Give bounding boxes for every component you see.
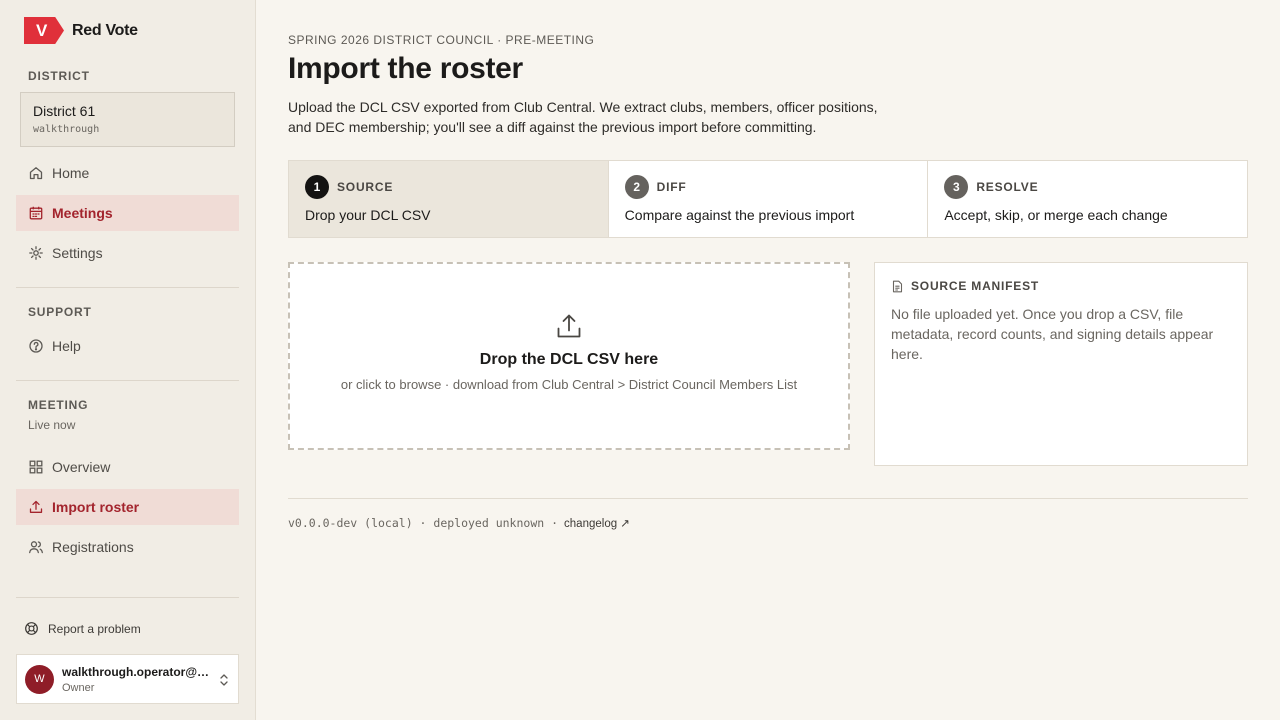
changelog-link[interactable]: changelog ↗ bbox=[564, 516, 630, 530]
footer: v0.0.0-dev (local) · deployed unknown · … bbox=[288, 516, 630, 530]
nav-item-label: Overview bbox=[52, 459, 111, 475]
step-number: 3 bbox=[944, 175, 969, 199]
brand[interactable]: V Red Vote bbox=[24, 17, 138, 44]
import-steps: 1 SOURCE Drop your DCL CSV 2 DIFF Compar… bbox=[288, 160, 1248, 238]
nav-item-label: Import roster bbox=[52, 499, 140, 515]
page-title: Import the roster bbox=[288, 52, 523, 85]
step-description: Drop your DCL CSV bbox=[305, 207, 431, 223]
step-label: SOURCE bbox=[337, 180, 394, 194]
users-icon bbox=[29, 541, 43, 554]
step-resolve[interactable]: 3 RESOLVE Accept, skip, or merge each ch… bbox=[928, 161, 1247, 237]
meeting-status: Live now bbox=[28, 418, 76, 432]
dropzone-subtitle: or click to browse · download from Club … bbox=[340, 377, 798, 392]
nav-item-settings[interactable]: Settings bbox=[16, 235, 239, 271]
manifest-title: SOURCE MANIFEST bbox=[911, 279, 1040, 293]
document-icon bbox=[892, 280, 903, 292]
sidebar: V Red Vote DISTRICT District 61 walkthro… bbox=[0, 0, 256, 720]
brand-logo: V bbox=[24, 17, 64, 44]
step-label: RESOLVE bbox=[976, 180, 1039, 194]
nav-item-label: Registrations bbox=[52, 539, 134, 555]
nav-item-label: Meetings bbox=[52, 205, 113, 221]
sidebar-divider bbox=[16, 287, 239, 288]
user-menu[interactable]: W walkthrough.operator@ta... Owner bbox=[16, 654, 239, 704]
grid-icon bbox=[29, 460, 43, 474]
brand-name: Red Vote bbox=[72, 21, 138, 39]
nav-item-home[interactable]: Home bbox=[16, 155, 239, 191]
step-source[interactable]: 1 SOURCE Drop your DCL CSV bbox=[289, 161, 609, 237]
manifest-body: No file uploaded yet. Once you drop a CS… bbox=[891, 306, 1214, 362]
help-icon bbox=[29, 339, 43, 353]
nav-item-help[interactable]: Help bbox=[16, 328, 239, 364]
version-info: v0.0.0-dev (local) · deployed unknown · bbox=[288, 516, 559, 530]
step-diff[interactable]: 2 DIFF Compare against the previous impo… bbox=[609, 161, 929, 237]
upload-icon bbox=[557, 314, 581, 338]
district-name: District 61 bbox=[33, 103, 96, 119]
chevron-up-down-icon bbox=[220, 674, 228, 686]
nav-item-meetings[interactable]: Meetings bbox=[16, 195, 239, 231]
sidebar-divider bbox=[16, 597, 239, 598]
manifest-header: SOURCE MANIFEST bbox=[891, 279, 1231, 293]
avatar: W bbox=[25, 664, 54, 694]
user-email: walkthrough.operator@ta... bbox=[62, 664, 212, 679]
district-sub: walkthrough bbox=[33, 124, 100, 135]
step-label: DIFF bbox=[656, 180, 687, 194]
nav-item-registrations[interactable]: Registrations bbox=[16, 529, 239, 565]
step-number: 2 bbox=[624, 175, 649, 199]
support-section-label: SUPPORT bbox=[28, 305, 92, 319]
lifebuoy-icon bbox=[25, 622, 38, 635]
step-description: Accept, skip, or merge each change bbox=[944, 207, 1168, 223]
step-description: Compare against the previous import bbox=[624, 207, 855, 223]
user-info: walkthrough.operator@ta... Owner bbox=[62, 665, 212, 694]
district-switcher[interactable]: District 61 walkthrough bbox=[20, 92, 235, 147]
page-description: Upload the DCL CSV exported from Club Ce… bbox=[288, 99, 878, 135]
sidebar-divider bbox=[16, 380, 239, 381]
nav-item-overview[interactable]: Overview bbox=[16, 449, 239, 485]
dropzone-title: Drop the DCL CSV here bbox=[479, 351, 659, 368]
nav-item-import-roster[interactable]: Import roster bbox=[16, 489, 239, 525]
page-eyebrow: SPRING 2026 DISTRICT COUNCIL · PRE-MEETI… bbox=[288, 33, 595, 47]
step-head: 1 SOURCE bbox=[305, 175, 592, 199]
meeting-section-label: MEETING bbox=[28, 398, 89, 412]
upload-icon bbox=[29, 500, 43, 513]
step-number: 1 bbox=[305, 175, 329, 199]
report-problem-link[interactable]: Report a problem bbox=[24, 621, 141, 636]
nav-item-label: Settings bbox=[52, 245, 103, 261]
csv-dropzone[interactable]: Drop the DCL CSV here or click to browse… bbox=[288, 262, 850, 450]
user-role: Owner bbox=[62, 681, 95, 694]
nav-item-label: Home bbox=[52, 165, 90, 181]
home-icon bbox=[29, 167, 43, 180]
step-head: 3 RESOLVE bbox=[944, 175, 1231, 199]
gear-icon bbox=[29, 246, 43, 260]
nav-item-label: Help bbox=[52, 338, 81, 354]
step-head: 2 DIFF bbox=[624, 175, 912, 199]
report-problem-label: Report a problem bbox=[48, 621, 141, 636]
source-manifest-panel: SOURCE MANIFEST No file uploaded yet. On… bbox=[874, 262, 1248, 466]
footer-divider bbox=[288, 498, 1248, 499]
district-section-label: DISTRICT bbox=[28, 69, 90, 83]
calendar-icon bbox=[29, 206, 43, 220]
